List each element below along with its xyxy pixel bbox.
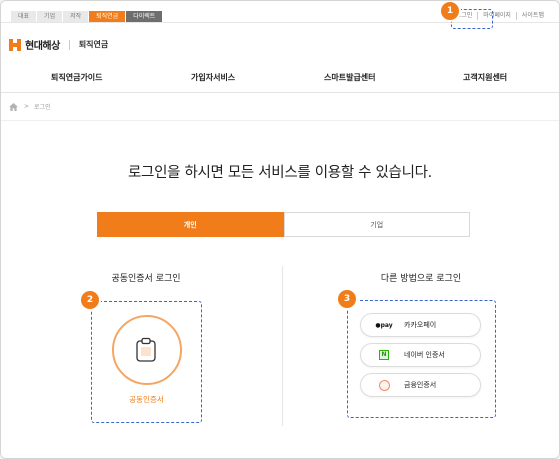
brand-name: 현대해상 [25,41,60,52]
home-icon[interactable] [9,102,18,111]
financial-cert-icon [375,379,393,391]
site-tab-savings[interactable]: 저작 [63,11,90,22]
other-login-title: 다른 방법으로 로그인 [380,274,462,284]
kakaopay-icon: ●pay [375,321,393,329]
brand-logo[interactable]: 현대해상 퇴직연금 [9,37,108,52]
kakaopay-label: 카카오페이 [404,321,437,329]
site-tab-direct[interactable]: 다이렉트 [126,11,164,22]
login-content: 로그인을 하시면 모든 서비스를 이용할 수 있습니다. 개인 기업 공동인증서… [1,120,559,458]
column-divider [282,266,283,426]
financial-cert-login-button[interactable]: 금융인증서 [360,373,481,397]
site-tab-pension[interactable]: 퇴직연금 [89,11,127,22]
financial-cert-label: 금융인증서 [404,381,437,389]
user-type-tabs: 개인 기업 [97,212,470,237]
naver-icon: N [375,350,393,360]
site-tab-corporate[interactable]: 기업 [37,11,64,22]
page-title: 로그인을 하시면 모든 서비스를 이용할 수 있습니다. [127,165,432,181]
site-switcher: 대표 기업 저작 퇴직연금 다이렉트 [11,11,164,22]
site-tab-main[interactable]: 대표 [11,11,38,22]
annotation-badge-1: 1 [441,2,459,20]
breadcrumb-separator: > [24,103,30,110]
nav-pension-guide[interactable]: 퇴직연금가이드 [51,72,103,83]
site-header: 현대해상 퇴직연금 [1,23,559,63]
certificate-icon [136,337,156,362]
service-name: 퇴직연금 [78,40,109,49]
browser-frame: 대표 기업 저작 퇴직연금 다이렉트 로그인 마이페이지 사이트맵 1 현대해상… [0,0,560,459]
hyundai-h-icon [9,38,21,51]
nav-member-service[interactable]: 가입자서비스 [191,72,235,83]
naver-cert-login-button[interactable]: N 네이버 인증서 [360,343,481,367]
nav-smart-issue[interactable]: 스마트발급센터 [324,72,376,83]
tab-corporate[interactable]: 기업 [283,212,470,237]
kakaopay-login-button[interactable]: ●pay 카카오페이 [360,313,481,337]
logo-divider [68,39,70,50]
annotation-badge-2: 2 [81,291,99,309]
tab-personal[interactable]: 개인 [97,212,284,237]
naver-cert-label: 네이버 인증서 [404,351,445,359]
sitemap-link[interactable]: 사이트맵 [515,12,549,20]
other-login-box: ●pay 카카오페이 N 네이버 인증서 금융인증서 [347,300,496,418]
nav-customer-support[interactable]: 고객지원센터 [463,72,507,83]
breadcrumb: > 로그인 [9,102,51,111]
joint-cert-button[interactable] [112,315,182,385]
annotation-badge-3: 3 [338,290,356,308]
joint-cert-label[interactable]: 공동인증서 [92,394,201,405]
main-navigation: 퇴직연금가이드 가입자서비스 스마트발급센터 고객지원센터 [1,63,559,93]
cert-login-box: 공동인증서 [91,301,202,423]
cert-login-title: 공동인증서 로그인 [111,274,181,284]
breadcrumb-current: 로그인 [34,104,51,111]
